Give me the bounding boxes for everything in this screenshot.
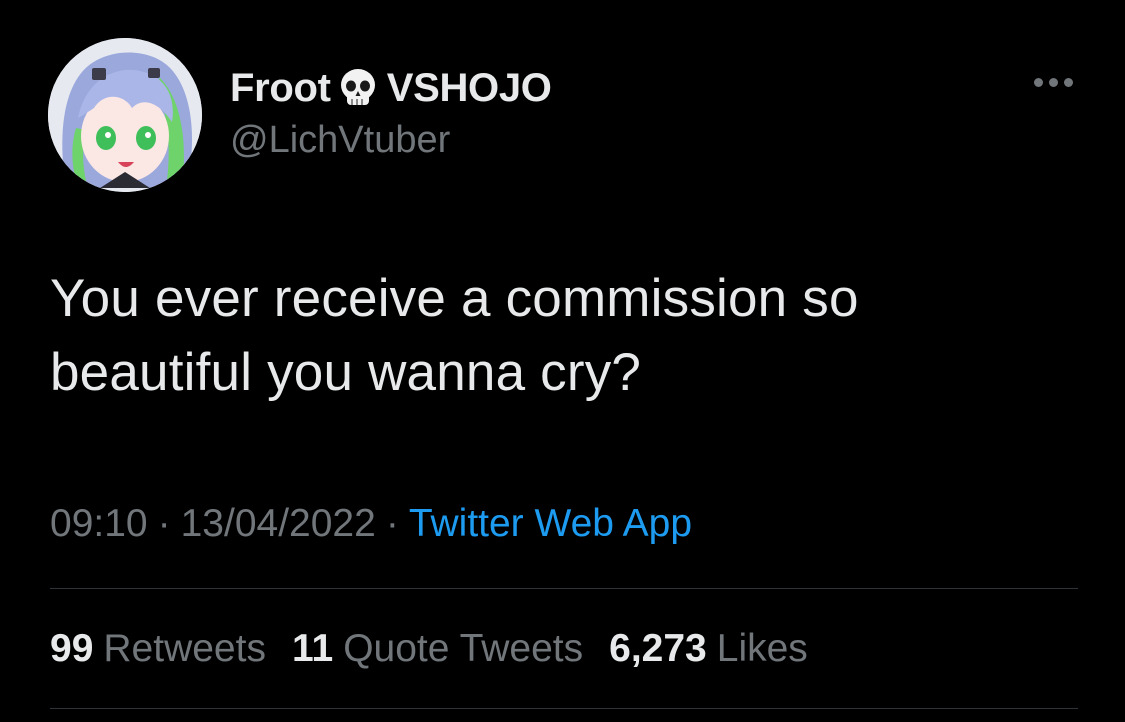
- likes-stat[interactable]: 6,273 Likes: [609, 624, 808, 674]
- user-names: Froot VSHOJO @LichVtuber: [230, 64, 552, 164]
- quote-tweets-count: 11: [291, 627, 334, 670]
- tweet-metadata: 09:10 · 13/04/2022 · Twitter Web App: [50, 499, 692, 549]
- tweet-text-line: You ever receive a commission so: [50, 269, 859, 328]
- tweet-time[interactable]: 09:10: [50, 502, 148, 545]
- retweets-stat[interactable]: 99 Retweets: [50, 624, 266, 674]
- tweet-date[interactable]: 13/04/2022: [181, 502, 376, 545]
- likes-label: Likes: [716, 627, 808, 670]
- user-handle[interactable]: @LichVtuber: [230, 116, 552, 164]
- likes-count: 6,273: [609, 627, 707, 670]
- display-name[interactable]: Froot VSHOJO: [230, 64, 552, 112]
- divider: [50, 588, 1078, 589]
- more-options-icon[interactable]: [1034, 78, 1073, 87]
- tweet-detail: Froot VSHOJO @LichVtuber You ever receiv…: [0, 0, 1125, 722]
- tweet-text-line: beautiful you wanna cry?: [50, 343, 642, 402]
- display-name-part2: VSHOJO: [386, 66, 552, 110]
- avatar[interactable]: [48, 38, 202, 192]
- divider: [50, 708, 1078, 709]
- quote-tweets-stat[interactable]: 11 Quote Tweets: [292, 624, 583, 674]
- retweets-label: Retweets: [103, 627, 266, 670]
- avatar-image: [48, 38, 202, 192]
- tweet-source-link[interactable]: Twitter Web App: [409, 502, 692, 545]
- display-name-part1: Froot: [230, 66, 331, 110]
- retweets-count: 99: [50, 627, 94, 670]
- skull-emoji-icon: [335, 65, 381, 111]
- tweet-text: You ever receive a commission so beautif…: [50, 262, 1070, 410]
- separator: ·: [157, 502, 171, 545]
- quote-tweets-label: Quote Tweets: [343, 627, 584, 670]
- tweet-stats: 99 Retweets 11 Quote Tweets 6,273 Likes: [50, 624, 808, 674]
- separator: ·: [385, 502, 399, 545]
